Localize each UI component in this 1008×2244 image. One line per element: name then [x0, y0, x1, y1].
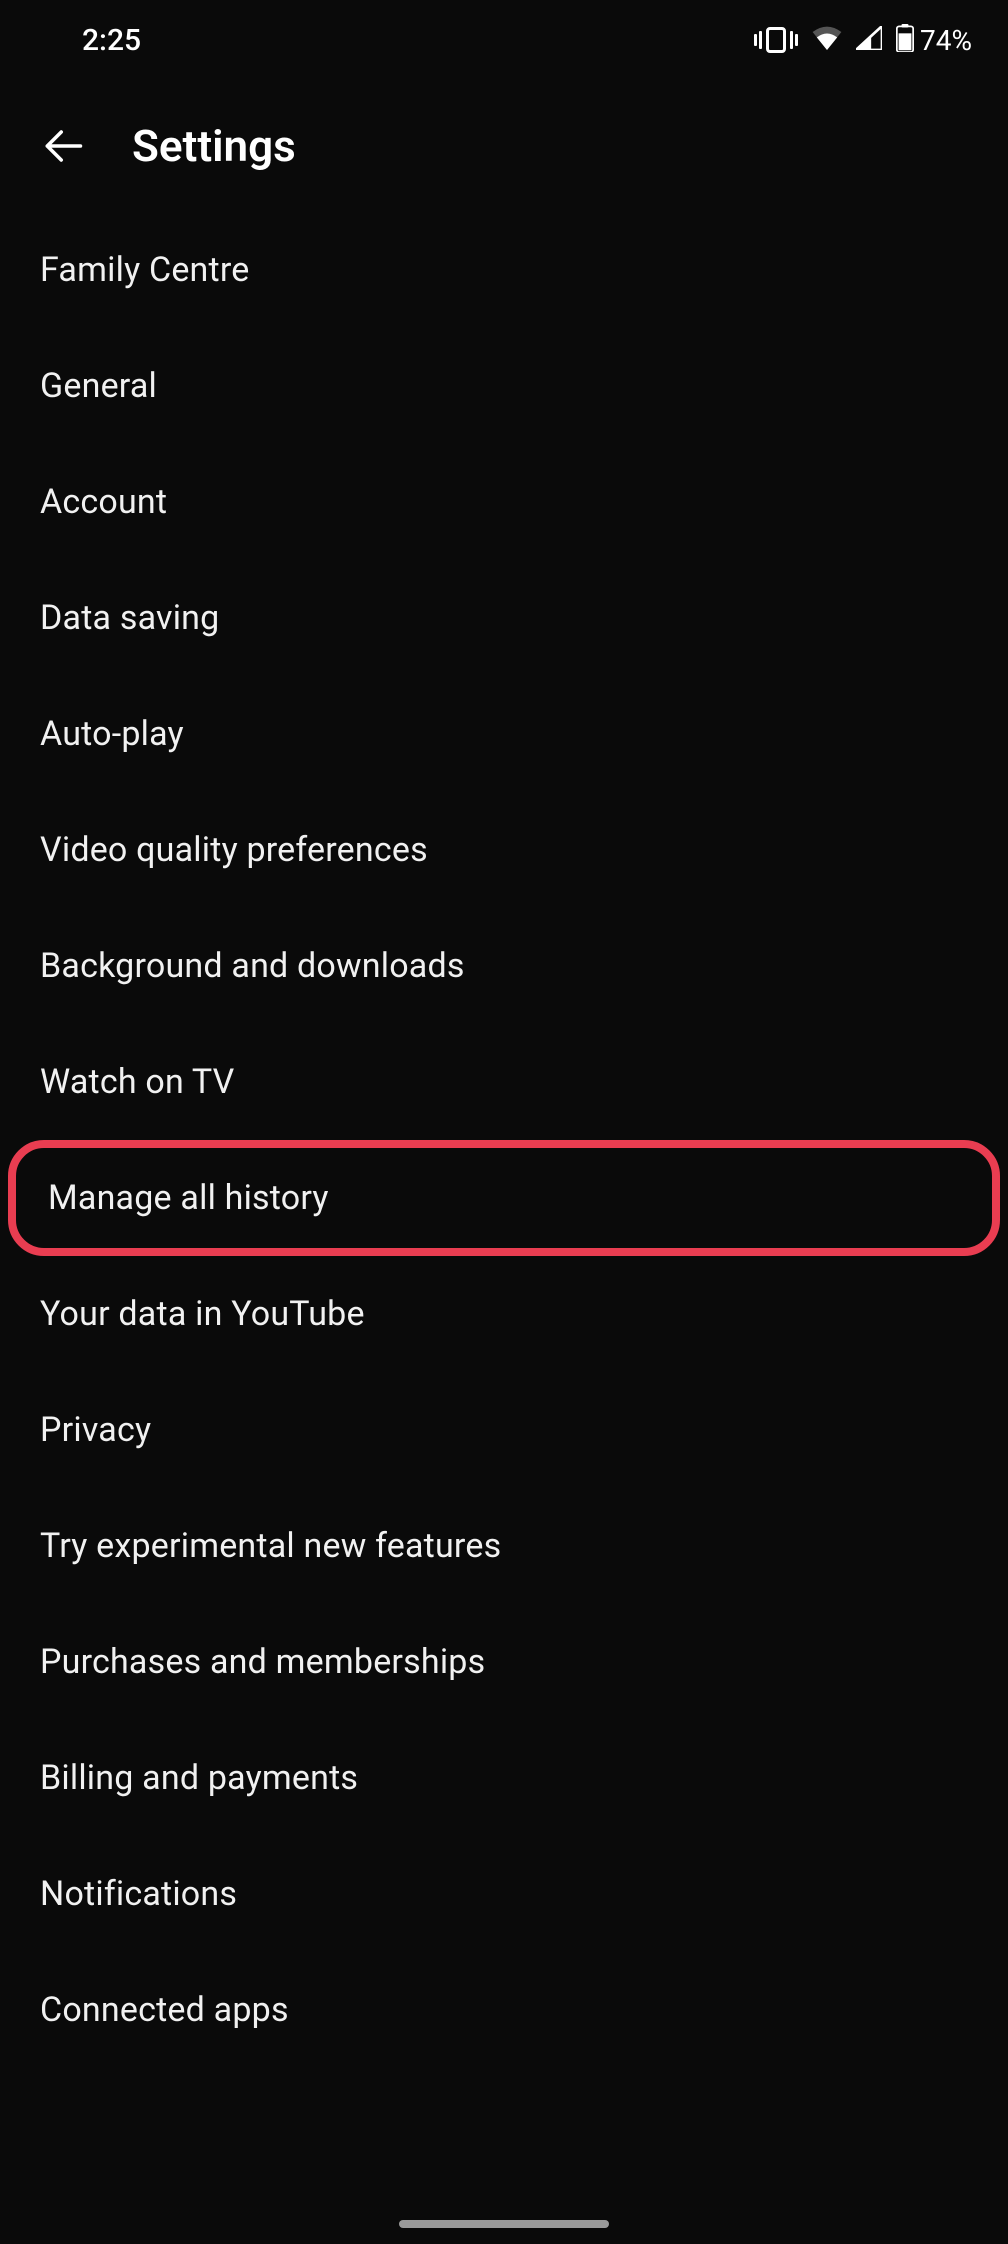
settings-item-account[interactable]: Account [0, 444, 1008, 560]
settings-item-general[interactable]: General [0, 328, 1008, 444]
settings-list: Family Centre General Account Data savin… [0, 212, 1008, 2068]
settings-item-notifications[interactable]: Notifications [0, 1836, 1008, 1952]
settings-item-manage-history[interactable]: Manage all history [16, 1148, 992, 1248]
status-time: 2:25 [82, 23, 141, 58]
settings-item-purchases[interactable]: Purchases and memberships [0, 1604, 1008, 1720]
back-button[interactable] [42, 125, 84, 167]
battery-icon [896, 24, 914, 56]
arrow-left-icon [42, 125, 84, 167]
signal-icon [856, 26, 882, 54]
status-bar: 2:25 [0, 0, 1008, 70]
settings-item-watch-on-tv[interactable]: Watch on TV [0, 1024, 1008, 1140]
settings-item-auto-play[interactable]: Auto-play [0, 676, 1008, 792]
settings-item-privacy[interactable]: Privacy [0, 1372, 1008, 1488]
vibrate-icon [754, 27, 798, 53]
home-indicator[interactable] [399, 2220, 609, 2228]
page-title: Settings [132, 120, 296, 172]
settings-item-your-data[interactable]: Your data in YouTube [0, 1256, 1008, 1372]
settings-item-billing[interactable]: Billing and payments [0, 1720, 1008, 1836]
status-right: 74% [754, 24, 972, 57]
settings-item-connected-apps[interactable]: Connected apps [0, 1952, 1008, 2068]
wifi-icon [812, 26, 842, 54]
header: Settings [0, 70, 1008, 212]
battery-percentage: 74% [920, 24, 972, 57]
settings-item-video-quality[interactable]: Video quality preferences [0, 792, 1008, 908]
highlight-annotation: Manage all history [8, 1140, 1000, 1256]
battery-status: 74% [896, 24, 972, 57]
settings-item-background-downloads[interactable]: Background and downloads [0, 908, 1008, 1024]
settings-item-family-centre[interactable]: Family Centre [0, 212, 1008, 328]
settings-item-data-saving[interactable]: Data saving [0, 560, 1008, 676]
settings-item-experimental[interactable]: Try experimental new features [0, 1488, 1008, 1604]
